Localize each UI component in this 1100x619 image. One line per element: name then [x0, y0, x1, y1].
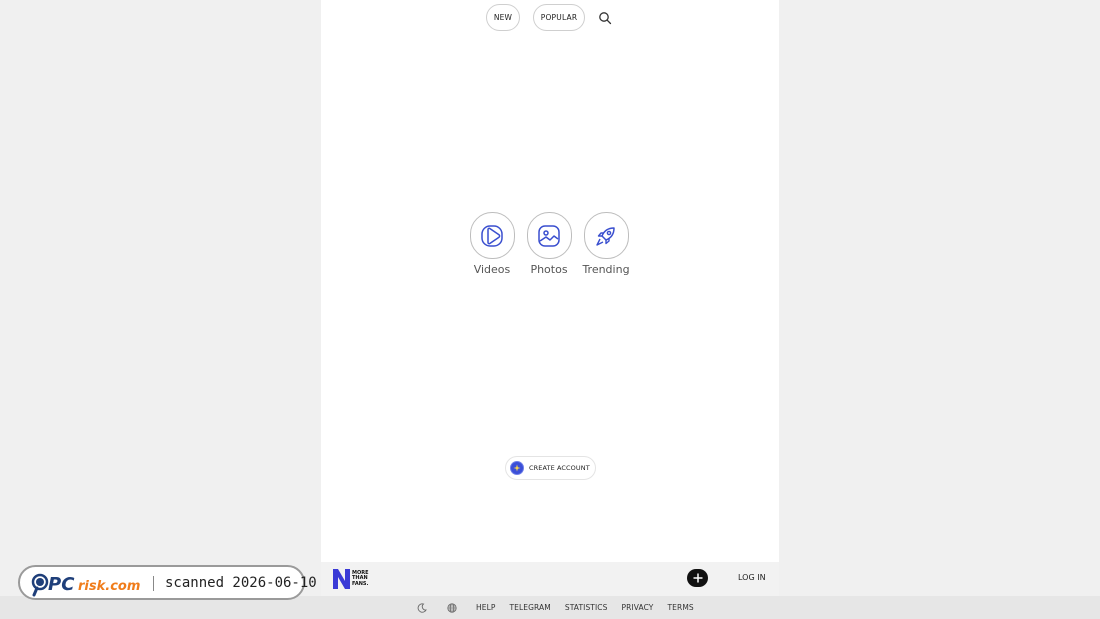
- footer-links: HELP TELEGRAM STATISTICS PRIVACY TERMS: [416, 596, 708, 619]
- pcrisk-logo: PC risk.com: [31, 573, 140, 597]
- plus-icon[interactable]: [687, 569, 708, 587]
- scan-watermark-badge: PC risk.com scanned 2026-06-10: [18, 565, 317, 600]
- popular-tab[interactable]: POPULAR: [533, 4, 585, 31]
- main-column: NEW POPULAR Videos Photos Trending CREAT…: [321, 0, 779, 562]
- create-account-label: CREATE ACCOUNT: [529, 464, 590, 472]
- logo-text: MORE THAN FANS.: [352, 570, 369, 588]
- create-account-button[interactable]: CREATE ACCOUNT: [505, 456, 596, 480]
- top-nav: NEW POPULAR: [321, 4, 779, 31]
- category-label: Trending: [582, 263, 630, 276]
- footer-link-telegram[interactable]: TELEGRAM: [509, 603, 550, 612]
- logo-text-line: FANS.: [352, 580, 369, 587]
- sparkle-icon: [510, 461, 524, 475]
- footer-link-statistics[interactable]: STATISTICS: [565, 603, 608, 612]
- category-trending[interactable]: Trending: [582, 212, 630, 276]
- site-logo[interactable]: MORE THAN FANS.: [333, 569, 377, 589]
- login-link[interactable]: LOG IN: [738, 573, 766, 582]
- scan-date-text: scanned 2026-06-10: [165, 575, 317, 591]
- search-icon[interactable]: [598, 10, 612, 25]
- rocket-icon: [583, 212, 629, 259]
- svg-text:risk.com: risk.com: [78, 579, 140, 594]
- badge-separator: [153, 576, 154, 591]
- play-icon: [469, 212, 515, 259]
- svg-text:PC: PC: [48, 574, 75, 595]
- category-photos[interactable]: Photos: [526, 212, 572, 276]
- footer-link-terms[interactable]: TERMS: [667, 603, 693, 612]
- globe-icon[interactable]: [446, 602, 457, 613]
- category-shortcuts: Videos Photos Trending: [469, 212, 630, 282]
- moon-icon[interactable]: [416, 602, 427, 613]
- logo-n-icon: [333, 569, 350, 589]
- footer-link-help[interactable]: HELP: [476, 603, 495, 612]
- bottom-bar: MORE THAN FANS. LOG IN: [321, 562, 779, 596]
- new-tab[interactable]: NEW: [486, 4, 520, 31]
- category-videos[interactable]: Videos: [469, 212, 515, 276]
- image-icon: [526, 212, 572, 259]
- footer-link-privacy[interactable]: PRIVACY: [622, 603, 654, 612]
